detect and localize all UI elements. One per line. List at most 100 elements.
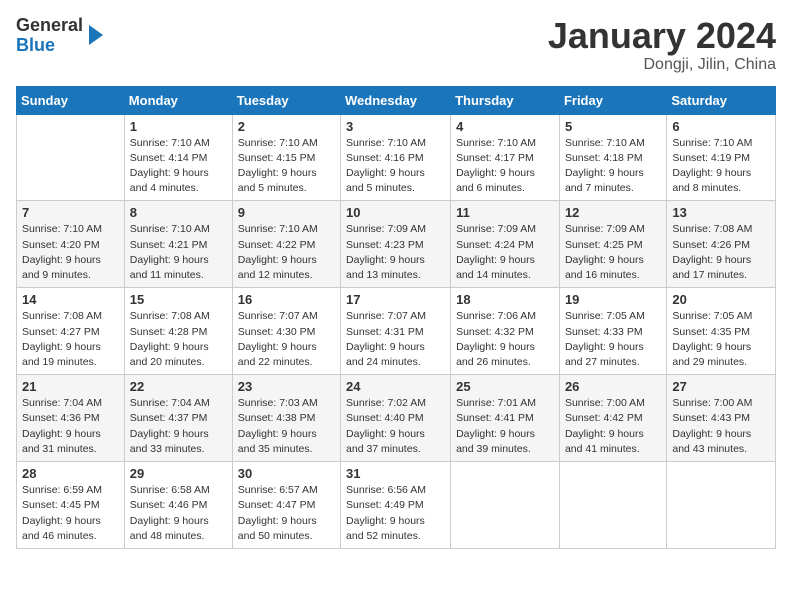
day-number: 5: [565, 119, 661, 134]
week-row-4: 21Sunrise: 7:04 AMSunset: 4:36 PMDayligh…: [17, 375, 776, 462]
day-number: 20: [672, 292, 770, 307]
day-info: Sunrise: 7:10 AMSunset: 4:14 PMDaylight:…: [130, 136, 227, 197]
day-cell: 28 Sunrise: 6:59 AMSunset: 4:45 PMDayligh…: [17, 462, 125, 549]
weekday-header-row: SundayMondayTuesdayWednesdayThursdayFrid…: [17, 86, 776, 114]
day-number: 29: [130, 466, 227, 481]
day-cell: 27Sunrise: 7:00 AMSunset: 4:43 PMDayligh…: [667, 375, 776, 462]
weekday-header-monday: Monday: [124, 86, 232, 114]
day-number: 6: [672, 119, 770, 134]
day-info: Sunrise: 7:06 AMSunset: 4:32 PMDaylight:…: [456, 309, 554, 370]
page-header: General Blue January 2024 Dongji, Jilin,…: [16, 16, 776, 74]
week-row-1: 1 Sunrise: 7:10 AMSunset: 4:14 PMDaylight…: [17, 114, 776, 201]
day-number: 18: [456, 292, 554, 307]
day-cell: [451, 462, 560, 549]
day-cell: 26 Sunrise: 7:00 AMSunset: 4:42 PMDayligh…: [559, 375, 666, 462]
day-info: Sunrise: 7:01 AMSunset: 4:41 PMDaylight:…: [456, 396, 554, 457]
day-info: Sunrise: 7:08 AMSunset: 4:26 PMDaylight:…: [672, 222, 770, 283]
day-info: Sunrise: 7:10 AMSunset: 4:16 PMDaylight:…: [346, 136, 445, 197]
day-cell: 22Sunrise: 7:04 AMSunset: 4:37 PMDayligh…: [124, 375, 232, 462]
day-cell: 18 Sunrise: 7:06 AMSunset: 4:32 PMDayligh…: [451, 288, 560, 375]
location-title: Dongji, Jilin, China: [548, 56, 776, 74]
day-info: Sunrise: 7:10 AMSunset: 4:15 PMDaylight:…: [238, 136, 335, 197]
day-number: 1: [130, 119, 227, 134]
day-number: 2: [238, 119, 335, 134]
week-row-3: 14 Sunrise: 7:08 AMSunset: 4:27 PMDayligh…: [17, 288, 776, 375]
calendar-table: SundayMondayTuesdayWednesdayThursdayFrid…: [16, 86, 776, 549]
day-info: Sunrise: 7:10 AMSunset: 4:18 PMDaylight:…: [565, 136, 661, 197]
day-info: Sunrise: 7:05 AMSunset: 4:33 PMDaylight:…: [565, 309, 661, 370]
day-info: Sunrise: 7:08 AMSunset: 4:28 PMDaylight:…: [130, 309, 227, 370]
day-info: Sunrise: 7:00 AMSunset: 4:42 PMDaylight:…: [565, 396, 661, 457]
day-cell: 8Sunrise: 7:10 AMSunset: 4:21 PMDaylight…: [124, 201, 232, 288]
day-number: 13: [672, 205, 770, 220]
day-number: 3: [346, 119, 445, 134]
day-number: 17: [346, 292, 445, 307]
weekday-header-sunday: Sunday: [17, 86, 125, 114]
logo: General Blue: [16, 16, 103, 56]
day-number: 31: [346, 466, 445, 481]
day-cell: 21Sunrise: 7:04 AMSunset: 4:36 PMDayligh…: [17, 375, 125, 462]
day-cell: 30Sunrise: 6:57 AMSunset: 4:47 PMDayligh…: [232, 462, 340, 549]
day-cell: 24Sunrise: 7:02 AMSunset: 4:40 PMDayligh…: [341, 375, 451, 462]
day-info: Sunrise: 7:07 AMSunset: 4:31 PMDaylight:…: [346, 309, 445, 370]
day-cell: 4 Sunrise: 7:10 AMSunset: 4:17 PMDaylight…: [451, 114, 560, 201]
day-cell: 19 Sunrise: 7:05 AMSunset: 4:33 PMDayligh…: [559, 288, 666, 375]
day-info: Sunrise: 7:07 AMSunset: 4:30 PMDaylight:…: [238, 309, 335, 370]
day-cell: 5 Sunrise: 7:10 AMSunset: 4:18 PMDaylight…: [559, 114, 666, 201]
day-cell: 3 Sunrise: 7:10 AMSunset: 4:16 PMDaylight…: [341, 114, 451, 201]
day-number: 4: [456, 119, 554, 134]
day-number: 10: [346, 205, 445, 220]
day-number: 25: [456, 379, 554, 394]
day-number: 14: [22, 292, 119, 307]
day-info: Sunrise: 7:10 AMSunset: 4:17 PMDaylight:…: [456, 136, 554, 197]
day-info: Sunrise: 7:08 AMSunset: 4:27 PMDaylight:…: [22, 309, 119, 370]
day-info: Sunrise: 7:09 AMSunset: 4:23 PMDaylight:…: [346, 222, 445, 283]
day-info: Sunrise: 7:09 AMSunset: 4:24 PMDaylight:…: [456, 222, 554, 283]
day-cell: [559, 462, 666, 549]
day-number: 23: [238, 379, 335, 394]
day-info: Sunrise: 6:57 AMSunset: 4:47 PMDaylight:…: [238, 483, 335, 544]
day-number: 19: [565, 292, 661, 307]
day-cell: 6Sunrise: 7:10 AMSunset: 4:19 PMDaylight…: [667, 114, 776, 201]
day-info: Sunrise: 7:10 AMSunset: 4:22 PMDaylight:…: [238, 222, 335, 283]
day-number: 15: [130, 292, 227, 307]
day-cell: 11 Sunrise: 7:09 AMSunset: 4:24 PMDayligh…: [451, 201, 560, 288]
day-cell: 14 Sunrise: 7:08 AMSunset: 4:27 PMDayligh…: [17, 288, 125, 375]
week-row-2: 7Sunrise: 7:10 AMSunset: 4:20 PMDaylight…: [17, 201, 776, 288]
title-block: January 2024 Dongji, Jilin, China: [548, 16, 776, 74]
day-info: Sunrise: 7:00 AMSunset: 4:43 PMDaylight:…: [672, 396, 770, 457]
logo-line1: General: [16, 16, 83, 36]
day-cell: 17 Sunrise: 7:07 AMSunset: 4:31 PMDayligh…: [341, 288, 451, 375]
day-cell: 10 Sunrise: 7:09 AMSunset: 4:23 PMDayligh…: [341, 201, 451, 288]
day-cell: [667, 462, 776, 549]
day-cell: 7Sunrise: 7:10 AMSunset: 4:20 PMDaylight…: [17, 201, 125, 288]
day-info: Sunrise: 7:04 AMSunset: 4:37 PMDaylight:…: [130, 396, 227, 457]
weekday-header-thursday: Thursday: [451, 86, 560, 114]
day-number: 26: [565, 379, 661, 394]
day-cell: [17, 114, 125, 201]
day-info: Sunrise: 7:02 AMSunset: 4:40 PMDaylight:…: [346, 396, 445, 457]
day-cell: 31 Sunrise: 6:56 AMSunset: 4:49 PMDayligh…: [341, 462, 451, 549]
weekday-header-friday: Friday: [559, 86, 666, 114]
day-number: 8: [130, 205, 227, 220]
day-number: 7: [22, 205, 119, 220]
day-cell: 29 Sunrise: 6:58 AMSunset: 4:46 PMDayligh…: [124, 462, 232, 549]
day-cell: 2 Sunrise: 7:10 AMSunset: 4:15 PMDaylight…: [232, 114, 340, 201]
weekday-header-tuesday: Tuesday: [232, 86, 340, 114]
day-info: Sunrise: 6:58 AMSunset: 4:46 PMDaylight:…: [130, 483, 227, 544]
day-info: Sunrise: 7:05 AMSunset: 4:35 PMDaylight:…: [672, 309, 770, 370]
day-cell: 1 Sunrise: 7:10 AMSunset: 4:14 PMDaylight…: [124, 114, 232, 201]
day-cell: 23Sunrise: 7:03 AMSunset: 4:38 PMDayligh…: [232, 375, 340, 462]
logo-text: General Blue: [16, 16, 83, 56]
logo-line2: Blue: [16, 36, 83, 56]
day-number: 28: [22, 466, 119, 481]
day-cell: 16Sunrise: 7:07 AMSunset: 4:30 PMDayligh…: [232, 288, 340, 375]
month-title: January 2024: [548, 16, 776, 56]
day-cell: 12Sunrise: 7:09 AMSunset: 4:25 PMDayligh…: [559, 201, 666, 288]
week-row-5: 28 Sunrise: 6:59 AMSunset: 4:45 PMDayligh…: [17, 462, 776, 549]
weekday-header-wednesday: Wednesday: [341, 86, 451, 114]
day-number: 11: [456, 205, 554, 220]
day-cell: 13 Sunrise: 7:08 AMSunset: 4:26 PMDayligh…: [667, 201, 776, 288]
day-info: Sunrise: 6:56 AMSunset: 4:49 PMDaylight:…: [346, 483, 445, 544]
day-info: Sunrise: 6:59 AMSunset: 4:45 PMDaylight:…: [22, 483, 119, 544]
